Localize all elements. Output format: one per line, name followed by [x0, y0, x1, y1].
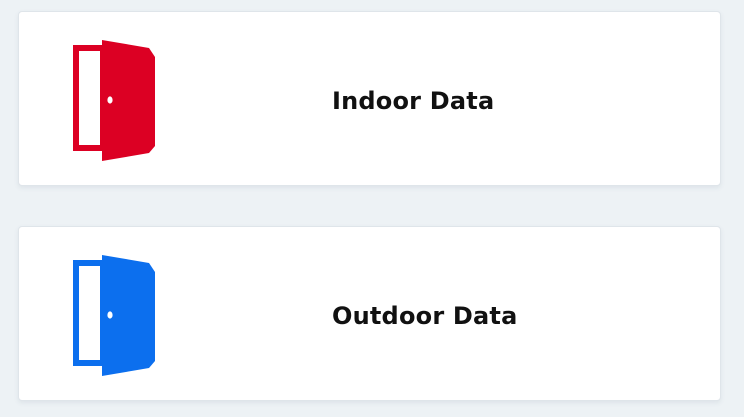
door-open-icon — [71, 251, 157, 377]
indoor-data-card[interactable]: Indoor Data — [18, 11, 721, 186]
outdoor-data-title: Outdoor Data — [332, 302, 518, 330]
indoor-data-title: Indoor Data — [332, 87, 495, 115]
outdoor-data-card[interactable]: Outdoor Data — [18, 226, 721, 401]
door-open-icon — [71, 36, 157, 162]
